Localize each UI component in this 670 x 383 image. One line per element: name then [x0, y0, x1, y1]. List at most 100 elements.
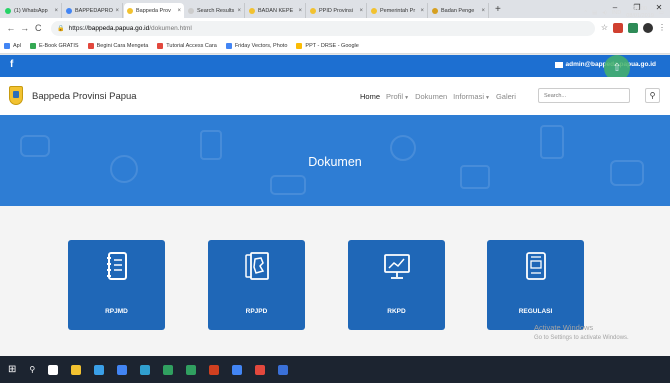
bookmark-label: Tutorial Access Cara	[166, 42, 217, 49]
tab-close-icon[interactable]: ×	[298, 8, 302, 14]
bookmark-icon	[225, 42, 232, 49]
site-brand[interactable]: Bappeda Provinsi Papua	[32, 91, 137, 102]
tab-label: BADAN KEPE	[258, 7, 294, 14]
taskbar-app-icon[interactable]	[48, 364, 59, 375]
menu-item-label: Informasi	[453, 92, 485, 101]
site-topbar: f admin@bappeda.papua.go.id	[0, 55, 670, 77]
main-menu: Home Profil▼ Dokumen Informasi▼ Galeri	[360, 92, 516, 101]
bookmark-label: E-Book GRATIS	[38, 42, 79, 49]
map-document-icon	[245, 252, 269, 280]
notification-icon[interactable]: ▭	[659, 10, 664, 16]
tray-arrow-icon[interactable]: ^	[584, 10, 587, 16]
bookmark-icon	[157, 42, 164, 49]
bookmark-label: Apl	[13, 42, 21, 49]
hero-banner: Dokumen	[0, 115, 670, 206]
tab-close-icon[interactable]: ×	[420, 8, 424, 14]
card-rpjpd[interactable]: RPJPD	[208, 240, 305, 330]
card-label: RPJMD	[105, 308, 128, 315]
notebook-icon	[107, 252, 127, 280]
tab-favicon-icon	[371, 7, 377, 14]
menu-item[interactable]: Home	[360, 92, 380, 101]
bookmark-item[interactable]: PPT - DRSE - Google	[296, 42, 359, 49]
bookmark-item[interactable]: Friday Vectors, Photo	[225, 42, 287, 49]
taskbar-app-icon[interactable]	[117, 364, 128, 375]
tab-label: Search Results	[197, 7, 235, 14]
tab-favicon-icon	[5, 7, 11, 14]
search-button[interactable]: ⚲	[645, 88, 660, 103]
activate-windows-watermark: Activate Windows Go to Settings to activ…	[534, 323, 629, 343]
reload-button[interactable]: C	[31, 23, 45, 33]
browser-tab[interactable]: Pemerintah Pr ×	[368, 3, 428, 18]
site-header: Bappeda Provinsi Papua Home Profil▼ Dokume…	[0, 77, 670, 115]
bookmark-label: PPT - DRSE - Google	[305, 42, 359, 49]
menu-item[interactable]: Dokumen	[415, 92, 447, 101]
taskbar-app-icon[interactable]	[255, 364, 266, 375]
regulation-book-icon	[526, 252, 546, 280]
back-button[interactable]: ←	[4, 23, 18, 33]
menu-item[interactable]: Galeri	[496, 92, 516, 101]
browser-tab[interactable]: Badan Penge ×	[429, 3, 489, 18]
url-path: /dokumen.html	[149, 24, 192, 32]
browser-tab[interactable]: Bappeda Prov ×	[124, 3, 184, 18]
browser-tab[interactable]: Search Results ×	[185, 3, 245, 18]
browser-tab[interactable]: BAPPEDAPRO ×	[63, 3, 123, 18]
menu-item[interactable]: Profil▼	[386, 92, 409, 101]
card-rpjmd[interactable]: RPJMD	[68, 240, 165, 330]
tab-close-icon[interactable]: ×	[115, 8, 119, 14]
taskbar-app-icon[interactable]	[94, 364, 105, 375]
language-indicator[interactable]: IND	[612, 10, 621, 16]
extension-icon[interactable]	[628, 23, 639, 33]
browser-tab[interactable]: PPID Provinsi ×	[307, 3, 367, 18]
tab-close-icon[interactable]: ×	[359, 8, 363, 14]
taskbar-app-icon[interactable]	[278, 364, 289, 375]
papua-logo-icon[interactable]	[9, 86, 23, 105]
browser-tab-strip: (1) WhatsApp × BAPPEDAPRO × Bappeda Prov × Sea…	[0, 0, 670, 18]
tab-favicon-icon	[432, 7, 438, 14]
watermark-subtitle: Go to Settings to activate Windows.	[534, 335, 629, 341]
search-input[interactable]	[538, 88, 630, 103]
bookmark-item[interactable]: Tutorial Access Cara	[157, 42, 217, 49]
forward-button[interactable]: →	[18, 23, 32, 33]
browser-tab[interactable]: (1) WhatsApp ×	[2, 3, 62, 18]
clock[interactable]: 20.00 08/01/2019	[626, 6, 654, 20]
url-field[interactable]: 🔒 https:// bappeda.papua.go.id /dokumen.…	[51, 20, 595, 36]
network-icon[interactable]: ▤	[592, 10, 597, 16]
profile-avatar[interactable]	[643, 23, 654, 33]
tab-favicon-icon	[249, 7, 255, 14]
document-section: RPJMD RPJPD RKPD REGULASI Activate Windo…	[0, 206, 670, 356]
extension-icon[interactable]	[613, 23, 624, 33]
volume-icon[interactable]: ◂)	[602, 10, 607, 16]
tab-close-icon[interactable]: ×	[177, 8, 181, 14]
taskbar-app-icon[interactable]	[71, 364, 82, 375]
facebook-icon[interactable]: f	[10, 59, 13, 70]
card-rkpd[interactable]: RKPD	[348, 240, 445, 330]
url-host: bappeda.papua.go.id	[88, 24, 150, 32]
tab-close-icon[interactable]: ×	[481, 8, 485, 14]
bookmark-item[interactable]: E-Book GRATIS	[29, 42, 79, 49]
menu-item[interactable]: Informasi▼	[453, 92, 490, 101]
address-bar: ← → C 🔒 https:// bappeda.papua.go.id /do…	[0, 18, 670, 38]
browser-tab[interactable]: BADAN KEPE ×	[246, 3, 306, 18]
monitor-chart-icon	[384, 254, 410, 279]
bookmark-item[interactable]: Apl	[4, 42, 21, 49]
tab-label: Bappeda Prov	[136, 7, 171, 14]
taskbar-app-icon[interactable]	[140, 364, 151, 375]
bookmark-item[interactable]: Begini Cara Mengeta	[87, 42, 148, 49]
tab-label: Pemerintah Pr	[380, 7, 416, 14]
browser-menu-icon[interactable]: ⋮	[658, 23, 666, 33]
bookmark-icon	[4, 42, 10, 49]
search-taskbar-icon[interactable]: ⚲	[29, 365, 35, 374]
taskbar-app-icon[interactable]	[209, 364, 220, 375]
windows-taskbar: ⊞ ⚲	[0, 356, 670, 383]
taskbar-app-icon[interactable]	[186, 364, 197, 375]
tab-close-icon[interactable]: ×	[237, 8, 241, 14]
bookmark-star-icon[interactable]: ☆	[601, 23, 608, 33]
new-tab-button[interactable]: +	[495, 3, 501, 18]
bookmark-icon	[29, 42, 36, 49]
windows-start-icon[interactable]: ⊞	[8, 364, 16, 375]
taskbar-app-icon[interactable]	[163, 364, 174, 375]
card-regulasi[interactable]: REGULASI	[487, 240, 584, 330]
tab-close-icon[interactable]: ×	[54, 8, 58, 14]
tab-label: BAPPEDAPRO	[75, 7, 113, 14]
taskbar-app-icon[interactable]	[232, 364, 243, 375]
